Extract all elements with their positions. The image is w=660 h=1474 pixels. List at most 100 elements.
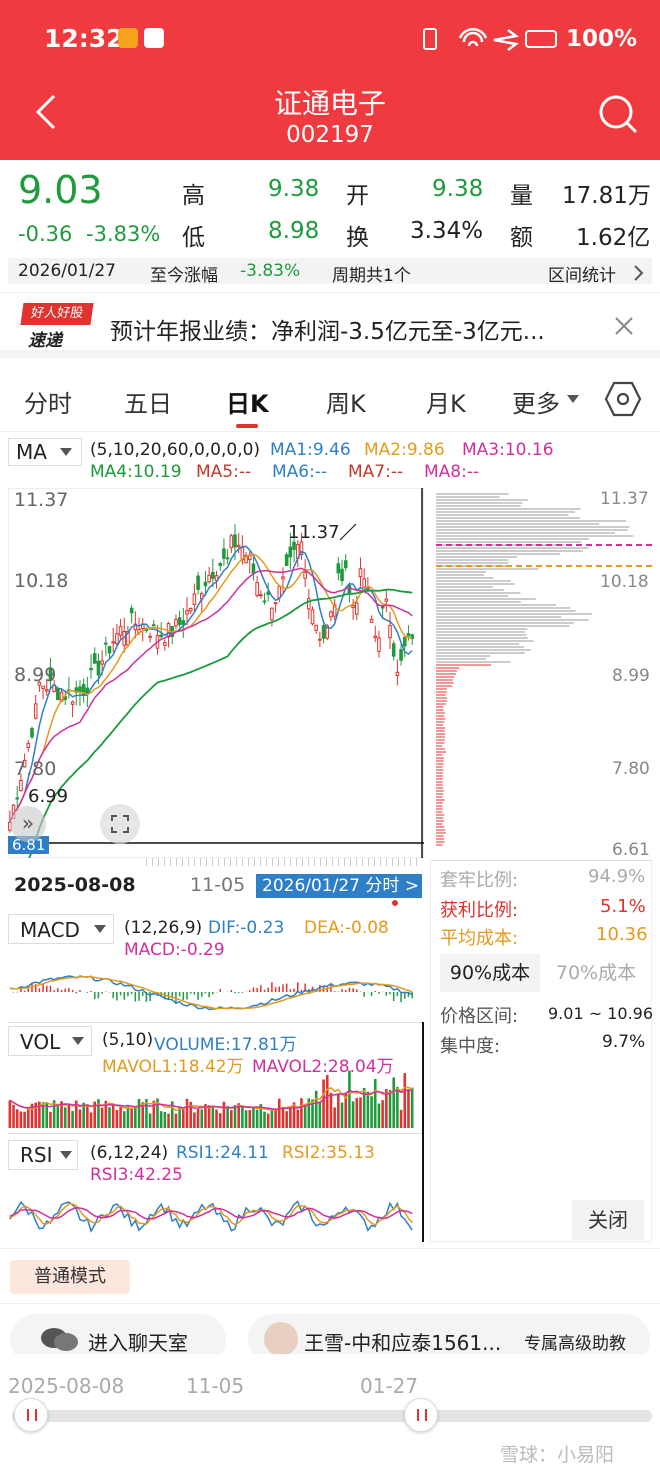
tab-90-cost[interactable]: 90%成本 [440,954,540,992]
advisor-name: 王雪-中和应泰1561... [304,1331,502,1355]
rsi-selector-label: RSI [20,1143,53,1167]
candle [211,571,215,579]
range-stats-link[interactable]: 区间统计 [548,261,616,286]
candle [358,568,363,578]
volume-bar [230,1110,233,1128]
chip-ylabel-5: 6.61 [612,840,650,860]
candle [163,642,167,646]
volume-bar [263,1111,266,1128]
volume-bar [314,1090,318,1128]
tab-monthly-k[interactable]: 月K [426,384,466,419]
candle [247,554,252,561]
chip-ylabel-1: 11.37 [600,489,649,509]
candle [111,641,115,644]
expand-left-icon[interactable]: » [10,806,46,842]
candle [96,660,101,676]
macd-selector-label: MACD [20,918,80,942]
candle [377,637,381,652]
candle [281,576,285,580]
candle [100,660,104,665]
volume-bar [351,1101,355,1128]
settings-hexagon-icon[interactable] [604,380,642,418]
candle [259,594,263,597]
volume-bar [300,1098,303,1128]
volume-bar [134,1106,137,1128]
macd-chart [9,975,413,1011]
trapped-ratio-label: 套牢比例: [440,870,519,891]
profit-ratio-label: 获利比例: [440,900,519,921]
volume-bar [200,1109,204,1128]
high-label: 高 [182,183,205,209]
close-icon[interactable] [614,316,634,336]
tab-weekly-k[interactable]: 周K [326,384,366,419]
volume-bar [27,1109,30,1128]
timeline-track[interactable] [12,1410,652,1422]
volume-bar [318,1101,322,1128]
since-pct: -3.83% [240,261,301,281]
candlestick-chart[interactable] [8,488,424,858]
candle [196,575,200,590]
volume-bar [410,1087,414,1128]
volume-bar [266,1113,270,1128]
ma6-value: MA6:-- [272,462,328,482]
avg-cost-value: 10.36 [596,924,648,945]
close-chip-button[interactable]: 关闭 [572,1200,644,1240]
event-dot [392,900,398,906]
timeline-handle-start[interactable] [14,1398,48,1432]
tab-five-day[interactable]: 五日 [124,384,172,419]
volume-bar [381,1100,384,1128]
volume-bar [277,1098,281,1128]
macd-value: MACD:-0.29 [124,940,225,960]
rsi-params: (6,12,24) [90,1143,169,1163]
volume-bar [218,1113,222,1128]
notice-text[interactable]: 预计年报业绩：净利润-3.5亿元至-3亿元... [110,312,545,346]
volume-bar [185,1098,189,1128]
status-icons [423,28,557,51]
candle [369,618,374,623]
candle [318,638,322,641]
candle [329,611,333,618]
candle [399,649,403,661]
ma1-value: MA1:9.46 [270,440,351,460]
candle [148,635,152,638]
volume-bar [78,1109,82,1128]
normal-mode-button[interactable]: 普通模式 [10,1260,130,1294]
date-cursor-button[interactable]: 2026/01/27 分时 > [256,874,422,898]
candle [185,610,189,615]
candle [321,625,326,639]
candle [33,703,38,719]
fullscreen-button[interactable] [100,804,140,844]
candle [26,742,31,749]
candle [174,619,178,627]
volume-bar [337,1093,340,1128]
volume-bar [159,1111,163,1128]
candle [192,593,197,605]
volume-bar [407,1089,410,1128]
tab-more[interactable]: 更多 [512,384,560,419]
status-bar: 12:32 100% [0,0,660,78]
volume-value: 17.81万 [562,183,651,209]
timeline-handle-end[interactable] [404,1398,438,1432]
candle [19,780,23,792]
profit-ratio-value: 5.1% [600,896,646,917]
tab-intraday[interactable]: 分时 [24,384,72,419]
tab-daily-k[interactable]: 日K [226,384,269,419]
tab-70-cost[interactable]: 70%成本 [546,954,646,992]
k-ylabel-1: 11.37 [14,489,69,511]
ma7-value: MA7:-- [348,462,404,482]
volume-bar [211,1106,215,1128]
candle [307,598,311,610]
candle [15,797,20,800]
price-range-value: 9.01 ~ 10.96 [548,1004,654,1023]
watermark: 雪球：小易阳 [500,1444,615,1466]
volume-bar [215,1109,218,1128]
notice-logo-top: 好人好股 [20,303,94,325]
candle [340,568,344,581]
price-change: -0.36 [18,222,73,246]
volume-bar [377,1103,381,1128]
volume-bar [97,1099,100,1128]
macd-dea: DEA:-0.08 [304,918,389,938]
search-icon[interactable] [596,92,640,136]
volume-bar [355,1097,359,1128]
volume-bar [388,1090,392,1128]
